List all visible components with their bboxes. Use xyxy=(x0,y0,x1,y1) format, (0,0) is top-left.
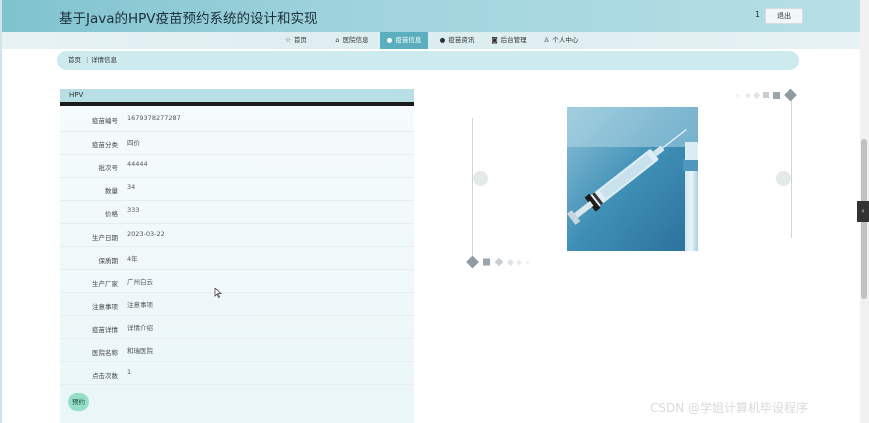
field-label: 疫苗分类 xyxy=(92,141,118,149)
field-label: 注意事项 xyxy=(92,303,118,311)
watermark-text: CSDN @学姐计算机毕设程序 xyxy=(650,401,809,415)
carousel-right-line xyxy=(791,100,792,238)
vaccine-product-image xyxy=(567,107,698,251)
field-value: 详情介绍 xyxy=(127,324,153,332)
carousel-decoration-bottom xyxy=(466,255,530,269)
current-user-label: 1 xyxy=(755,10,761,19)
field-label: 保质期 xyxy=(98,257,119,265)
field-label: 生产日期 xyxy=(92,234,118,242)
nav-item-label: 个人中心 xyxy=(552,36,579,44)
field-value: 333 xyxy=(127,206,140,214)
nav-item-label: 后台管理 xyxy=(500,36,527,44)
nav-item-hospital-info[interactable]: ⌂ 医院信息 xyxy=(329,32,375,49)
detail-row-precautions: 注意事项 注意事项 xyxy=(60,292,414,316)
nav-item-label: 医院信息 xyxy=(342,36,369,44)
carousel-left-line xyxy=(472,118,473,256)
field-label: 疫苗详情 xyxy=(92,326,118,334)
field-value: 1679378277287 xyxy=(127,114,181,122)
title-divider xyxy=(60,102,414,106)
main-nav: ☆ 首页 ⌂ 医院信息 ● 疫苗信息 ● 疫苗资讯 ◙ 后台管理 ♙ 个人中心 xyxy=(2,32,860,49)
field-label: 医院名称 xyxy=(92,349,118,357)
site-title: 基于Java的HPV疫苗预约系统的设计和实现 xyxy=(59,11,318,27)
nav-item-admin[interactable]: ◙ 后台管理 xyxy=(486,32,532,49)
nav-item-vaccine-news[interactable]: ● 疫苗资讯 xyxy=(434,32,480,49)
field-label: 价格 xyxy=(105,210,118,218)
field-value: 1 xyxy=(127,368,132,376)
field-value: 广州白云 xyxy=(127,278,153,286)
mouse-cursor-icon xyxy=(214,288,222,298)
field-label: 数量 xyxy=(105,187,118,195)
nav-item-home[interactable]: ☆ 首页 xyxy=(278,32,314,49)
detail-row-production-date: 生产日期 2023-03-22 xyxy=(60,223,414,247)
left-frame-border xyxy=(0,0,2,423)
field-value: 和瑞医院 xyxy=(127,347,153,355)
field-value: 4年 xyxy=(127,255,138,263)
detail-row-hospital-name: 医院名称 和瑞医院 xyxy=(60,338,414,362)
nav-item-vaccine-info[interactable]: ● 疫苗信息 xyxy=(380,32,428,49)
info-icon: ● xyxy=(386,36,393,44)
field-label: 疫苗编号 xyxy=(92,117,118,125)
site-header: 基于Java的HPV疫苗预约系统的设计和实现 1 退出 xyxy=(2,0,860,32)
detail-row-batch: 批次号 44444 xyxy=(60,154,414,178)
field-value: 44444 xyxy=(127,160,148,168)
carousel-next-button[interactable] xyxy=(776,171,791,186)
field-label: 点击次数 xyxy=(92,372,118,380)
field-value: 34 xyxy=(127,183,136,191)
breadcrumb: 首页 ⋮ 详情信息 xyxy=(57,51,799,70)
camera-icon: ◙ xyxy=(491,36,498,44)
detail-row-category: 疫苗分类 四价 xyxy=(60,131,414,155)
detail-row-click-count: 点击次数 1 xyxy=(60,361,414,385)
field-label: 批次号 xyxy=(98,164,119,172)
nav-item-label: 首页 xyxy=(293,36,307,44)
detail-row-vaccine-details: 疫苗详情 详情介绍 xyxy=(60,315,414,339)
detail-row-manufacturer: 生产厂家 广州白云 xyxy=(60,269,414,293)
star-icon: ☆ xyxy=(285,36,291,44)
detail-title-bar: HPV xyxy=(60,89,414,102)
breadcrumb-separator: ⋮ xyxy=(84,56,91,64)
user-icon: ♙ xyxy=(543,36,550,44)
logout-button[interactable]: 退出 xyxy=(765,8,803,24)
question-icon: ● xyxy=(439,36,446,44)
detail-row-shelf-life: 保质期 4年 xyxy=(60,246,414,270)
field-value: 2023-03-22 xyxy=(127,230,165,238)
book-appointment-button[interactable]: 预约 xyxy=(68,393,89,411)
detail-title: HPV xyxy=(69,91,84,99)
detail-row-price: 价格 333 xyxy=(60,200,414,224)
home-icon: ⌂ xyxy=(335,36,340,44)
side-collapse-tab[interactable]: ‹ xyxy=(857,201,869,222)
field-label: 生产厂家 xyxy=(92,280,118,288)
nav-item-label: 疫苗资讯 xyxy=(448,36,475,44)
field-value: 四价 xyxy=(127,139,140,147)
breadcrumb-current: 详情信息 xyxy=(91,56,117,64)
nav-item-personal-center[interactable]: ♙ 个人中心 xyxy=(538,32,584,49)
detail-row-quantity: 数量 34 xyxy=(60,177,414,201)
breadcrumb-home[interactable]: 首页 xyxy=(68,51,81,70)
nav-item-label: 疫苗信息 xyxy=(395,36,422,44)
carousel-decoration-top xyxy=(735,88,797,102)
vaccine-detail-card: HPV 疫苗编号 1679378277287 疫苗分类 四价 批次号 44444… xyxy=(60,89,414,423)
detail-row-vaccine-id: 疫苗编号 1679378277287 xyxy=(60,108,414,132)
carousel-prev-button[interactable] xyxy=(473,171,488,186)
field-value: 注意事项 xyxy=(127,301,153,309)
